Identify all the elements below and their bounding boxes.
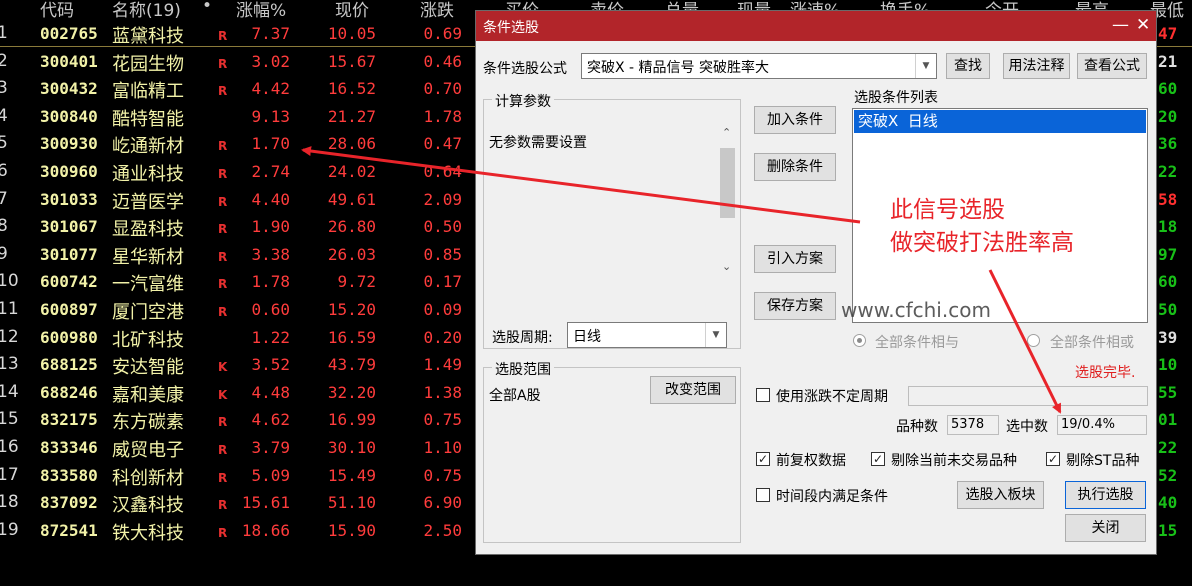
arrow-to-count — [988, 269, 1062, 414]
annotation-arrows — [301, 146, 1062, 414]
arrow-to-stock — [301, 146, 861, 224]
